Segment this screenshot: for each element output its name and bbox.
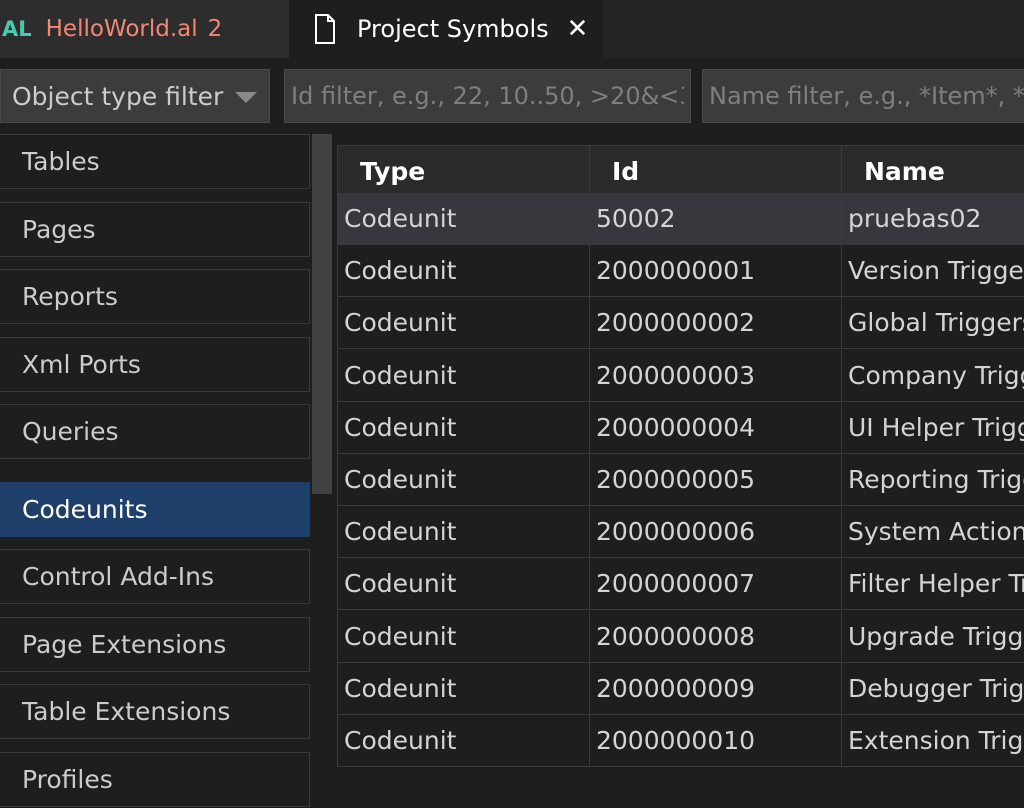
tab-title: Project Symbols [357, 15, 549, 43]
cell-type: Codeunit [338, 663, 590, 714]
cell-id: 2000000001 [590, 245, 842, 296]
cell-name: System Action Triggers [848, 517, 1024, 546]
cell-type: Codeunit [338, 402, 590, 453]
column-header-name[interactable]: Name [842, 146, 1024, 196]
sidebar-item-xml-ports[interactable]: Xml Ports [0, 337, 310, 392]
cell-id: 2000000007 [590, 558, 842, 609]
cell-type: Codeunit [338, 297, 590, 348]
sidebar-scrollbar[interactable] [312, 134, 332, 494]
sidebar-item-label: Page Extensions [22, 630, 227, 659]
table-row[interactable]: Codeunit2000000007Filter Helper Triggers [337, 558, 1024, 610]
cell-id: 2000000002 [590, 297, 842, 348]
cell-type: Codeunit [338, 350, 590, 401]
cell-id: 2000000006 [590, 506, 842, 557]
object-type-filter-label: Object type filter [12, 81, 224, 111]
sidebar-item-label: Profiles [22, 765, 113, 794]
cell-name: Extension Triggers [848, 726, 1024, 755]
id-filter-input[interactable] [284, 69, 691, 123]
cell-name: Version Triggers [848, 256, 1024, 285]
close-icon[interactable]: ✕ [567, 16, 589, 42]
sidebar-item-label: Control Add-Ins [22, 562, 214, 591]
table-row[interactable]: Codeunit2000000008Upgrade Triggers [337, 611, 1024, 663]
filter-toolbar: Object type filter [0, 58, 1024, 134]
sidebar-item-label: Xml Ports [22, 350, 141, 379]
table-row[interactable]: Codeunit 2000000002 Global Triggers [337, 297, 1024, 349]
cell-type: Codeunit [338, 611, 590, 662]
sidebar-item-control-add-ins[interactable]: Control Add-Ins [0, 549, 310, 604]
cell-type: Codeunit [338, 245, 590, 296]
table-row[interactable]: Codeunit2000000009Debugger Triggers [337, 663, 1024, 715]
cell-name: Upgrade Triggers [848, 622, 1024, 651]
table-header: Type Id Name [337, 145, 1024, 197]
sidebar-item-label: Tables [22, 147, 100, 176]
cell-id: 2000000003 [590, 350, 842, 401]
table-row[interactable]: Codeunit2000000004UI Helper Triggers [337, 402, 1024, 454]
cell-name: Company Triggers [848, 361, 1024, 390]
tab-file-name: HelloWorld.al [45, 16, 198, 42]
object-type-list: Tables Pages Reports Xml Ports Queries Codeun… [0, 134, 312, 808]
sidebar-item-reports[interactable]: Reports [0, 269, 310, 324]
table-row[interactable]: Codeunit2000000003Company Triggers [337, 350, 1024, 402]
table-row[interactable]: Codeunit2000000006System Action Triggers [337, 506, 1024, 558]
problem-count-badge: 2 [207, 16, 223, 42]
table-row[interactable]: Codeunit 50002 pruebas02 [337, 193, 1024, 245]
cell-type: Codeunit [338, 715, 590, 766]
column-header-type[interactable]: Type [338, 146, 590, 196]
sidebar-item-label: Codeunits [22, 495, 148, 524]
cell-name: Global Triggers [848, 308, 1024, 337]
cell-id: 50002 [590, 193, 842, 244]
sidebar-item-profiles[interactable]: Profiles [0, 752, 310, 807]
cell-id: 2000000009 [590, 663, 842, 714]
cell-id: 2000000008 [590, 611, 842, 662]
cell-name: Debugger Triggers [848, 674, 1024, 703]
cell-type: Codeunit [338, 558, 590, 609]
cell-name: Reporting Triggers [848, 465, 1024, 494]
editor-tab-bar: AL HelloWorld.al 2 Project Symbols ✕ [0, 0, 1024, 58]
chevron-down-icon [235, 92, 257, 103]
sidebar-item-pages[interactable]: Pages [0, 202, 310, 257]
file-icon [315, 14, 335, 44]
column-header-id[interactable]: Id [590, 146, 842, 196]
cell-type: Codeunit [338, 454, 590, 505]
object-type-filter-select[interactable]: Object type filter [0, 69, 270, 123]
cell-id: 2000000004 [590, 402, 842, 453]
symbols-table: Type Id Name Codeunit 50002 pruebas02 Codeu… [337, 145, 1024, 767]
sidebar-item-page-extensions[interactable]: Page Extensions [0, 617, 310, 672]
sidebar-item-table-extensions[interactable]: Table Extensions [0, 684, 310, 739]
sidebar-item-label: Table Extensions [22, 697, 231, 726]
cell-type: Codeunit [338, 193, 590, 244]
table-row[interactable]: Codeunit2000000005Reporting Triggers [337, 454, 1024, 506]
cell-type: Codeunit [338, 506, 590, 557]
sidebar-item-label: Pages [22, 215, 96, 244]
table-row[interactable]: Codeunit2000000010Extension Triggers [337, 715, 1024, 767]
cell-name: pruebas02 [848, 204, 982, 233]
sidebar-item-label: Queries [22, 417, 119, 446]
cell-name: UI Helper Triggers [848, 413, 1024, 442]
sidebar-item-codeunits[interactable]: Codeunits [0, 482, 310, 537]
table-row[interactable]: Codeunit2000000001Version Triggers [337, 245, 1024, 297]
cell-name: Filter Helper Triggers [848, 569, 1024, 598]
al-file-icon: AL [2, 17, 32, 41]
sidebar-item-queries[interactable]: Queries [0, 404, 310, 459]
tab-project-symbols[interactable]: Project Symbols ✕ [289, 0, 603, 58]
sidebar-item-tables[interactable]: Tables [0, 134, 310, 189]
name-filter-input[interactable] [702, 69, 1024, 123]
cell-id: 2000000005 [590, 454, 842, 505]
sidebar-item-label: Reports [22, 282, 118, 311]
cell-id: 2000000010 [590, 715, 842, 766]
tab-helloworld-al[interactable]: AL HelloWorld.al 2 [0, 0, 289, 58]
